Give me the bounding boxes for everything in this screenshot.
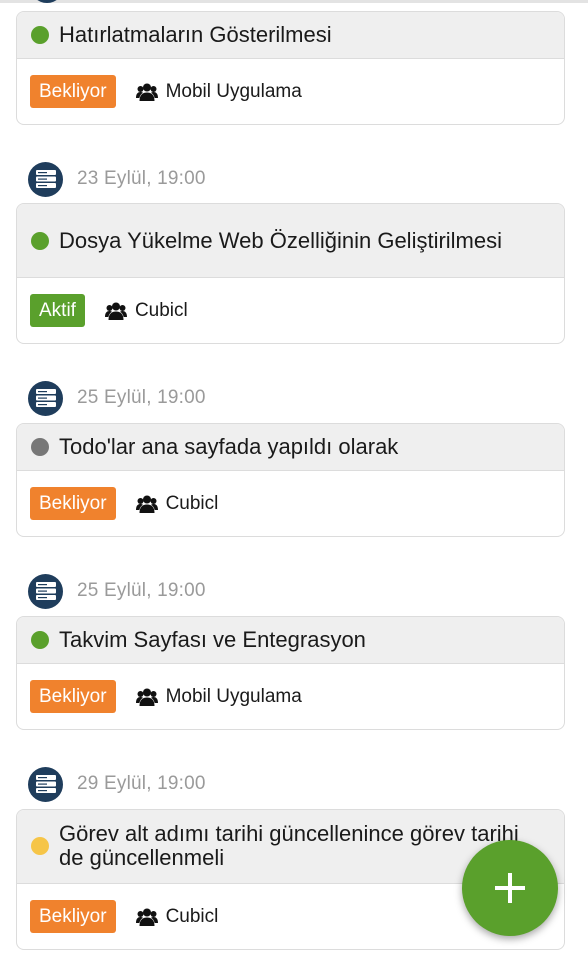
date-label: 23 Eylül, 19:00	[77, 168, 206, 189]
task-title: Todo'lar ana sayfada yapıldı olarak	[59, 434, 399, 459]
task-card-header: Todo'lar ana sayfada yapıldı olarak	[17, 424, 564, 471]
users-icon	[135, 687, 158, 707]
date-header: 29 Eylül, 19:00	[28, 766, 206, 802]
task-title: Görev alt adımı tarihi güncellenince gör…	[59, 821, 519, 870]
date-header: 23 Eylül, 19:00	[28, 161, 206, 197]
task-card-header: Takvim Sayfası ve Entegrasyon	[17, 617, 564, 664]
status-badge: Bekliyor	[30, 900, 116, 933]
task-card[interactable]: Dosya Yükelme Web Özelliğinin Geliştiril…	[16, 203, 565, 344]
team-name: Cubicl	[165, 905, 219, 927]
task-card[interactable]: Todo'lar ana sayfada yapıldı olarak Bekl…	[16, 423, 565, 537]
server-stack-icon	[28, 380, 63, 416]
task-card-header: Dosya Yükelme Web Özelliğinin Geliştiril…	[17, 204, 564, 278]
task-card-header: Hatırlatmaların Gösterilmesi	[17, 12, 564, 59]
users-icon	[135, 907, 158, 927]
add-task-button[interactable]	[462, 840, 558, 936]
top-divider	[0, 0, 588, 3]
server-stack-icon	[28, 161, 63, 197]
date-header: 25 Eylül, 19:00	[28, 380, 206, 416]
status-dot	[31, 837, 49, 855]
task-card[interactable]: Takvim Sayfası ve Entegrasyon Bekliyor M…	[16, 616, 565, 730]
status-badge: Bekliyor	[30, 680, 116, 713]
date-label: 25 Eylül, 19:00	[77, 580, 206, 601]
team-name: Cubicl	[134, 299, 188, 321]
status-dot	[31, 631, 49, 649]
team-name: Mobil Uygulama	[165, 685, 302, 707]
task-title: Dosya Yükelme Web Özelliğinin Geliştiril…	[59, 227, 503, 253]
team-name: Cubicl	[165, 492, 219, 514]
team-name: Mobil Uygulama	[165, 80, 302, 102]
status-dot	[31, 231, 49, 250]
task-card[interactable]: Hatırlatmaların Gösterilmesi Bekliyor Mo…	[16, 11, 565, 125]
server-stack-icon	[28, 573, 63, 609]
task-card-footer: Bekliyor Mobil Uygulama	[17, 664, 564, 729]
server-stack-icon	[30, 0, 64, 3]
date-label: 25 Eylül, 19:00	[77, 387, 206, 408]
task-title: Hatırlatmaların Gösterilmesi	[59, 22, 332, 47]
status-badge: Aktif	[30, 294, 85, 327]
status-badge: Bekliyor	[30, 75, 116, 108]
status-dot	[31, 438, 49, 456]
date-label: 29 Eylül, 19:00	[77, 773, 206, 794]
task-card-footer: Aktif Cubicl	[17, 278, 564, 343]
plus-icon	[495, 873, 525, 903]
status-dot	[31, 26, 49, 44]
task-card-footer: Bekliyor Mobil Uygulama	[17, 59, 564, 124]
task-card-footer: Bekliyor Cubicl	[17, 471, 564, 536]
task-title: Takvim Sayfası ve Entegrasyon	[59, 627, 366, 652]
users-icon	[135, 82, 158, 102]
date-header: 25 Eylül, 19:00	[28, 573, 206, 609]
server-stack-icon	[28, 766, 63, 802]
users-icon	[104, 301, 127, 321]
users-icon	[135, 494, 158, 514]
status-badge: Bekliyor	[30, 487, 116, 520]
